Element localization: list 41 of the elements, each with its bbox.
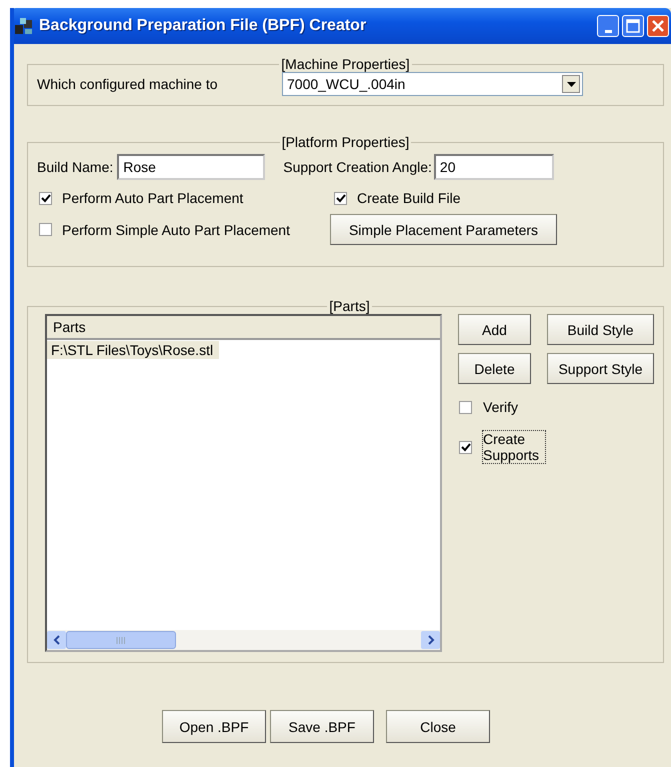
scroll-thumb[interactable] (66, 631, 176, 649)
minimize-icon (604, 30, 612, 33)
build-name-field[interactable]: Rose (117, 154, 266, 180)
checkbox-label: Create Build File (357, 190, 460, 206)
dialog-button[interactable]: Close (386, 710, 490, 743)
checkbox[interactable] (334, 192, 347, 204)
part-action-button[interactable]: Delete (458, 353, 531, 384)
scroll-right-icon[interactable] (421, 631, 440, 649)
machine-label: Which configured machine to (37, 76, 219, 92)
checkbox[interactable] (39, 223, 52, 236)
part-action-button[interactable]: Add (458, 314, 531, 345)
checkbox[interactable] (459, 440, 472, 454)
window-title: Background Preparation File (BPF) Creator (39, 17, 368, 35)
part-action-button[interactable]: Build Style (547, 314, 654, 345)
part-action-button[interactable]: Support Style (547, 353, 654, 384)
horizontal-scrollbar[interactable] (47, 630, 440, 650)
minimize-button[interactable] (597, 15, 619, 37)
close-icon (651, 19, 665, 33)
group-title: [Platform Properties] (280, 134, 410, 150)
simple-placement-button[interactable]: Simple Placement Parameters (330, 214, 557, 245)
checkbox-label: Perform Auto Part Placement (62, 190, 244, 206)
scroll-left-icon[interactable] (47, 631, 66, 649)
list-row[interactable]: F:\STL Files\Toys\Rose.stl (47, 341, 220, 359)
close-button[interactable] (647, 15, 669, 37)
angle-label: Support Creation Angle: (283, 159, 432, 175)
app-icon (14, 16, 34, 36)
group-title: [Machine Properties] (280, 56, 411, 72)
dialog-button[interactable]: Save .BPF (270, 710, 374, 743)
maximize-icon (626, 19, 640, 33)
checkbox-label: Create Supports (482, 430, 546, 464)
checkbox[interactable] (459, 400, 472, 414)
checkbox-label: Verify (482, 398, 520, 416)
checkbox[interactable] (39, 192, 52, 204)
checkbox-label: Perform Simple Auto Part Placement (62, 222, 290, 238)
dialog-button[interactable]: Open .BPF (162, 710, 266, 743)
column-header[interactable]: Parts (47, 316, 440, 340)
angle-field[interactable]: 20 (434, 154, 554, 180)
group-title: [Parts] (328, 298, 371, 314)
build-name-label: Build Name: (37, 159, 114, 175)
machine-dropdown[interactable]: 7000_WCU_.004in (282, 72, 583, 96)
maximize-button[interactable] (622, 15, 644, 37)
